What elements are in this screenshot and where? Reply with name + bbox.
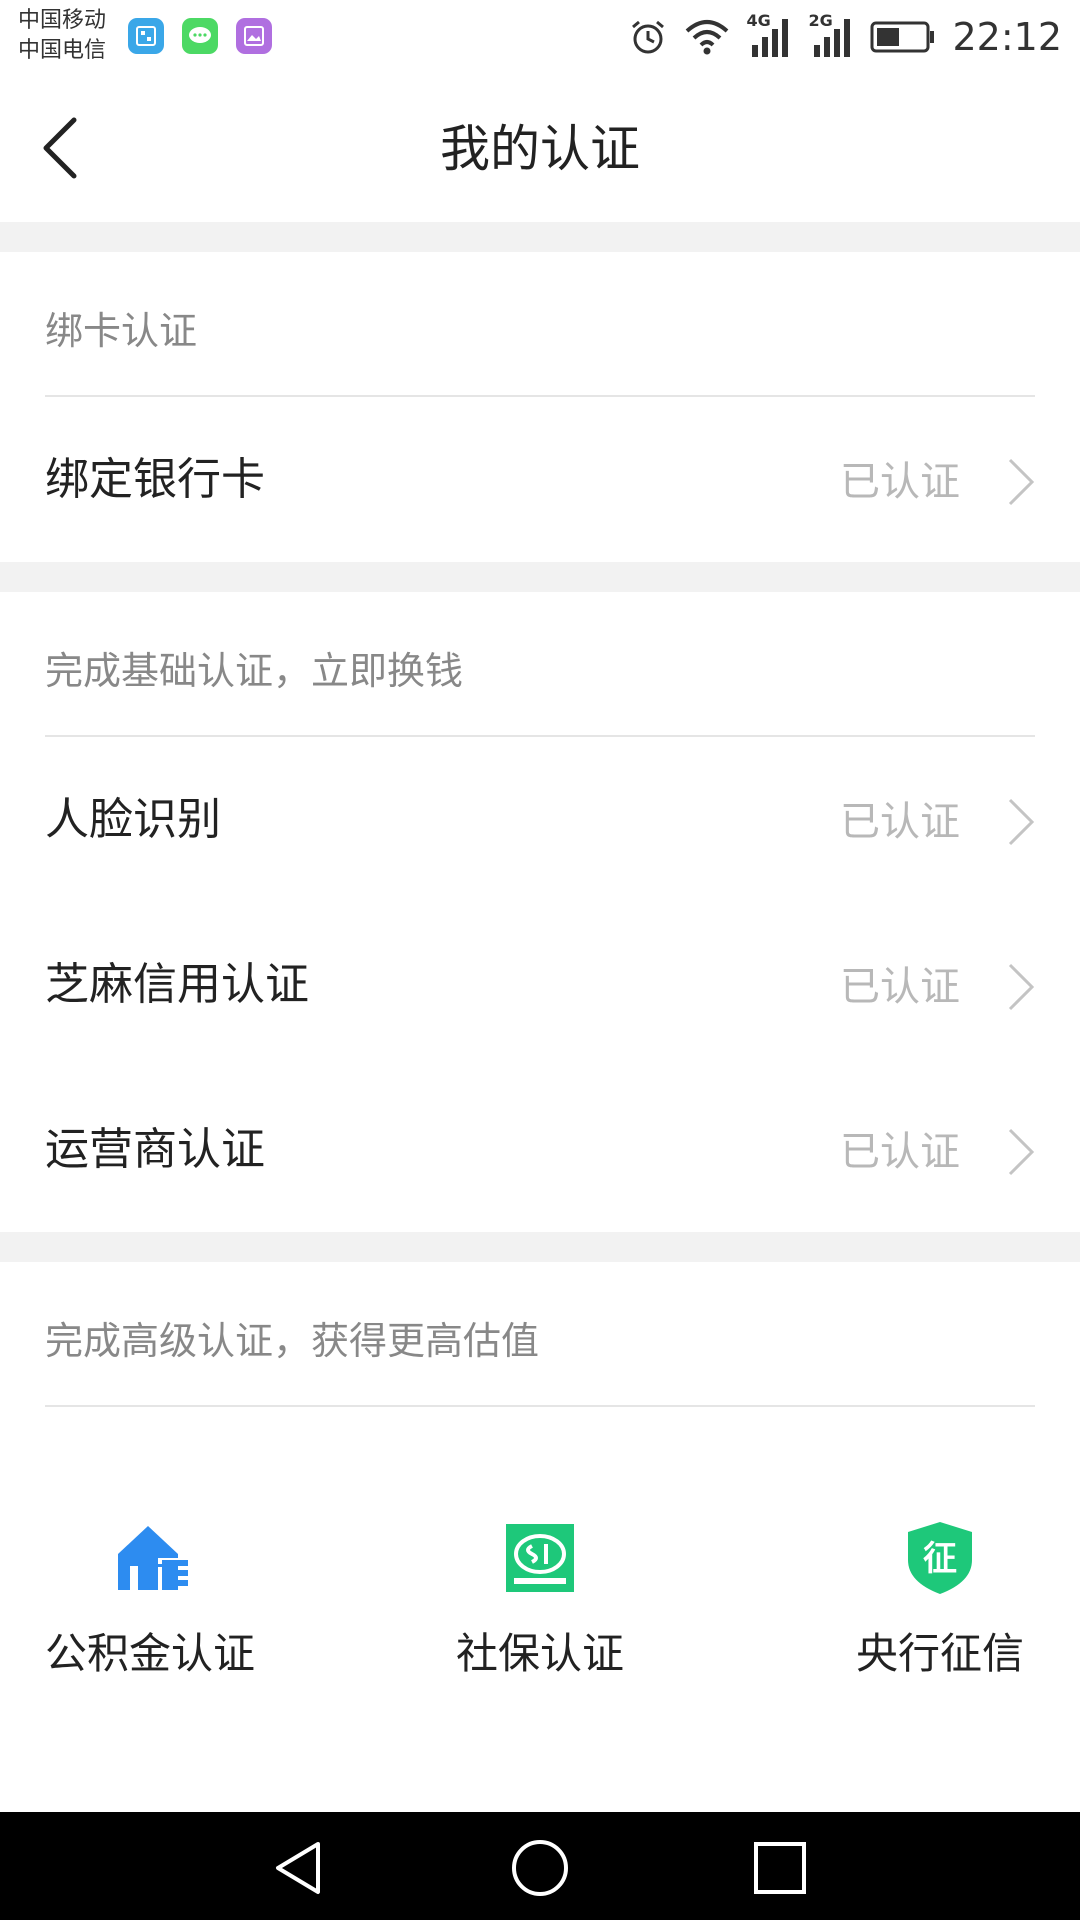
message-icon bbox=[182, 18, 218, 54]
divider bbox=[45, 1405, 1035, 1407]
status-right: 4G 2G 22:12 bbox=[628, 11, 1062, 62]
page-title: 我的认证 bbox=[440, 120, 640, 178]
shield-glyph: 征 bbox=[923, 1539, 957, 1579]
title-bar: 我的认证 bbox=[0, 76, 1080, 222]
navigation-bar bbox=[0, 1812, 1080, 1920]
housing-fund-icon bbox=[118, 1526, 188, 1590]
social-security-icon bbox=[506, 1524, 574, 1592]
section-separator bbox=[0, 562, 1080, 592]
signal-2g-icon: 2G bbox=[808, 11, 854, 57]
section-header-basic: 完成基础认证，立即换钱 bbox=[45, 649, 464, 693]
signal-4g-icon: 4G bbox=[746, 11, 792, 57]
section-header-advanced: 完成高级认证，获得更高估值 bbox=[45, 1319, 540, 1363]
status-bar: 中国移动 中国电信 4G 2G 22:12 bbox=[0, 0, 1080, 76]
tile-housing-fund[interactable]: 公积金认证 bbox=[30, 1520, 270, 1690]
carrier-2: 中国电信 bbox=[18, 38, 107, 63]
section-card: 绑卡认证 绑定银行卡 已认证 bbox=[0, 252, 1080, 562]
tile-label: 公积金认证 bbox=[44, 1629, 255, 1678]
chevron-right-icon bbox=[1008, 798, 1035, 846]
section-separator bbox=[0, 222, 1080, 252]
nav-back-icon[interactable] bbox=[270, 1838, 330, 1898]
status-badge: 已认证 bbox=[840, 1129, 960, 1175]
carrier-labels: 中国移动 中国电信 bbox=[18, 6, 106, 66]
battery-icon bbox=[870, 21, 935, 53]
section-basic: 完成基础认证，立即换钱 人脸识别 已认证 芝麻信用认证 已认证 运营商认证 已认… bbox=[0, 592, 1080, 1232]
emui-icon bbox=[128, 18, 164, 54]
row-face-recognition[interactable]: 人脸识别 已认证 bbox=[0, 760, 1080, 880]
clock: 22:12 bbox=[952, 15, 1062, 59]
chevron-right-icon bbox=[1008, 1128, 1035, 1176]
divider bbox=[45, 395, 1035, 397]
chevron-right-icon bbox=[1008, 963, 1035, 1011]
row-label: 运营商认证 bbox=[45, 1124, 265, 1175]
wifi-icon bbox=[686, 20, 729, 55]
section-header-card: 绑卡认证 bbox=[45, 309, 198, 353]
nav-home-icon[interactable] bbox=[510, 1838, 570, 1898]
tile-central-bank-credit[interactable]: 征 央行征信 bbox=[820, 1520, 1060, 1690]
row-label: 绑定银行卡 bbox=[45, 454, 265, 505]
status-badge: 已认证 bbox=[840, 799, 960, 845]
tile-label: 央行征信 bbox=[855, 1629, 1024, 1678]
row-label: 人脸识别 bbox=[45, 794, 221, 845]
carrier-1: 中国移动 bbox=[18, 8, 107, 33]
tile-social-security[interactable]: 社保认证 bbox=[420, 1520, 660, 1690]
divider bbox=[45, 735, 1035, 737]
credit-shield-icon: 征 bbox=[908, 1522, 972, 1594]
section-separator bbox=[0, 1232, 1080, 1262]
row-sesame-credit[interactable]: 芝麻信用认证 已认证 bbox=[0, 925, 1080, 1045]
notification-icons bbox=[128, 18, 272, 54]
row-carrier-auth[interactable]: 运营商认证 已认证 bbox=[0, 1090, 1080, 1210]
tile-label: 社保认证 bbox=[455, 1629, 624, 1678]
row-label: 芝麻信用认证 bbox=[45, 959, 309, 1010]
status-badge: 已认证 bbox=[840, 459, 960, 505]
gallery-icon bbox=[236, 18, 272, 54]
chevron-right-icon bbox=[1008, 458, 1035, 506]
row-bind-bank-card[interactable]: 绑定银行卡 已认证 bbox=[0, 420, 1080, 540]
nav-recents-icon[interactable] bbox=[750, 1838, 810, 1898]
status-badge: 已认证 bbox=[840, 964, 960, 1010]
alarm-icon bbox=[632, 20, 665, 54]
